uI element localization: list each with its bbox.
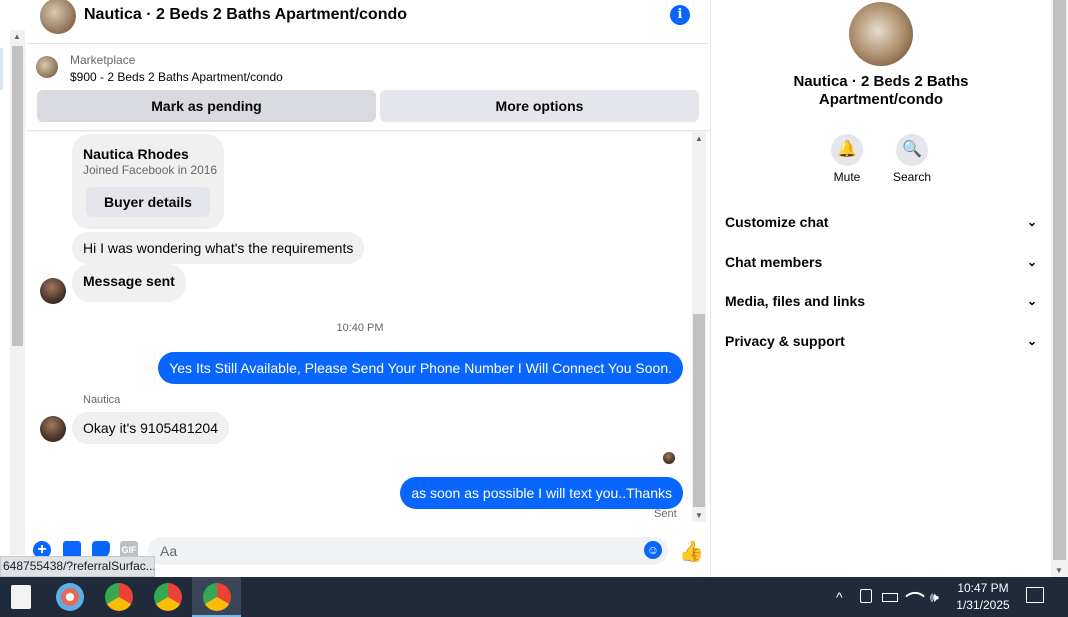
sender-name: Nautica [83,394,121,406]
sender-avatar[interactable] [40,278,66,304]
clock-date: 1/31/2025 [956,598,1010,612]
details-title: Nautica · 2 Beds 2 Baths Apartment/condo [793,73,969,108]
message-status: Sent [654,508,677,520]
chrome-profile-icon[interactable] [203,583,231,611]
sender-avatar[interactable] [40,416,66,442]
scroll-down-arrow-icon[interactable]: ▼ [695,511,703,520]
message-bubble-outgoing[interactable]: Yes Its Still Available, Please Send You… [158,352,683,384]
volume-icon[interactable]: 🕪 [930,589,939,606]
read-receipt-avatar [663,452,675,464]
message-timestamp: 10:40 PM [336,322,384,334]
message-thread: Nautica Rhodes Joined Facebook in 2016 B… [27,132,693,522]
listing-thumbnail[interactable] [36,56,58,78]
tray-expand-icon[interactable]: ^ [836,589,843,605]
row-label: Privacy & support [725,333,845,349]
message-bubble-incoming[interactable]: Hi I was wondering what's the requiremen… [72,232,365,264]
search-label: Search [892,170,932,184]
listing-avatar-large[interactable] [849,2,913,66]
chat-title[interactable]: Nautica · 2 Beds 2 Baths Apartment/condo [84,6,407,24]
message-bubble-incoming[interactable]: Message sent [72,264,186,302]
clock-time: 10:47 PM [957,581,1009,595]
window-edge [0,48,3,90]
chevron-down-icon[interactable]: ⌄ [1027,210,1037,234]
marketplace-label: Marketplace [70,53,136,67]
bell-icon[interactable]: 🔔 [831,134,863,166]
search-button[interactable]: 🔍 Search [882,134,942,184]
chat-header: Nautica · 2 Beds 2 Baths Apartment/condo… [27,0,709,44]
privacy-support-row[interactable]: Privacy & support ⌄ [725,329,1037,353]
system-clock[interactable]: 10:47 PM 1/31/2025 [952,580,1014,614]
chat-members-row[interactable]: Chat members ⌄ [725,250,1037,274]
chevron-down-icon[interactable]: ⌄ [1027,250,1037,274]
mute-button[interactable]: 🔔 Mute [817,134,877,184]
mark-as-pending-button[interactable]: Mark as pending [37,90,376,122]
message-bubble-incoming[interactable]: Okay it's 9105481204 [72,412,229,444]
buyer-details-button[interactable]: Buyer details [86,187,210,217]
notification-icon[interactable] [1026,587,1044,603]
customize-chat-row[interactable]: Customize chat ⌄ [725,210,1037,234]
chevron-down-icon[interactable]: ⌄ [1027,289,1037,313]
media-files-links-row[interactable]: Media, files and links ⌄ [725,289,1037,313]
meet-icon[interactable] [860,589,872,603]
row-label: Customize chat [725,214,829,230]
left-scrollbar[interactable]: ▲ [10,30,25,555]
listing-avatar[interactable] [40,0,76,34]
mute-label: Mute [833,170,861,184]
chrome-icon[interactable] [105,583,133,611]
battery-icon[interactable] [882,593,898,602]
listing-price[interactable]: $900 - 2 Beds 2 Baths Apartment/condo [70,70,283,84]
buyer-name: Nautica Rhodes [83,146,189,162]
emoji-icon[interactable]: ☺ [644,541,662,559]
buyer-profile-card: Nautica Rhodes Joined Facebook in 2016 B… [72,134,224,229]
right-scrollbar[interactable]: ▼ [1051,0,1068,577]
chrome-profile-icon[interactable] [154,583,182,611]
info-icon[interactable]: i [670,5,690,25]
scroll-up-arrow-icon[interactable]: ▲ [13,32,21,41]
row-label: Chat members [725,254,823,270]
paint-app-icon[interactable] [56,583,84,611]
more-options-button[interactable]: More options [380,90,699,122]
wifi-icon[interactable] [905,586,925,606]
message-scrollbar-thumb[interactable] [693,314,705,507]
taskbar: ^ 🕪 10:47 PM 1/31/2025 [0,577,1068,617]
scroll-down-arrow-icon[interactable]: ▼ [1055,566,1063,575]
buyer-joined: Joined Facebook in 2016 [83,163,218,177]
scroll-up-arrow-icon[interactable]: ▲ [695,134,703,143]
message-input[interactable] [148,537,668,565]
file-icon[interactable] [11,585,31,609]
right-scrollbar-thumb[interactable] [1053,0,1066,560]
chat-details-panel: Nautica · 2 Beds 2 Baths Apartment/condo… [710,0,1050,577]
message-bubble-outgoing[interactable]: as soon as possible I will text you..Tha… [400,477,683,509]
left-scrollbar-thumb[interactable] [12,46,23,346]
message-scrollbar[interactable]: ▲ ▼ [692,132,706,522]
row-label: Media, files and links [725,293,866,309]
like-icon[interactable]: 👍 [679,541,704,563]
chevron-down-icon[interactable]: ⌄ [1027,329,1037,353]
marketplace-panel: Marketplace $900 - 2 Beds 2 Baths Apartm… [27,45,709,131]
search-icon[interactable]: 🔍 [896,134,928,166]
status-url-tooltip: 648755438/?referralSurfac... [0,556,155,577]
